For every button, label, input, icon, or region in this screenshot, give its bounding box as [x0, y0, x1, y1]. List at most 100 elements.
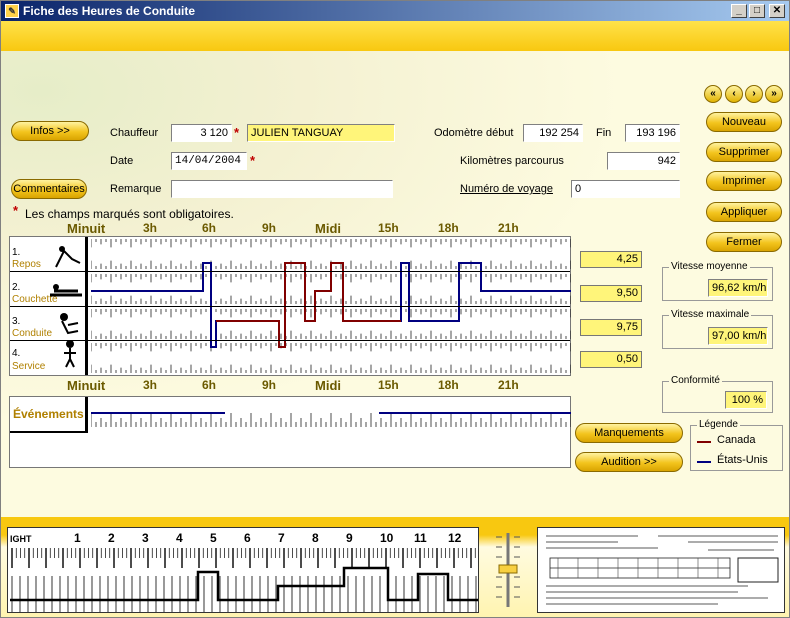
driver-name-field[interactable]: JULIEN TANGUAY	[247, 124, 395, 142]
tacho-hour-label: 4	[176, 531, 183, 545]
tacho-hour-label: 2	[108, 531, 115, 545]
hour-label: Minuit	[67, 221, 106, 236]
events-grid	[91, 412, 571, 427]
events-label: Événements	[10, 397, 88, 433]
next-record-button[interactable]: ›	[745, 85, 763, 103]
legend-swatch-canada	[697, 441, 711, 443]
tacho-hour-label: 8	[312, 531, 319, 545]
avg-speed-group: Vitesse moyenne 96,62 km/h	[662, 261, 773, 301]
date-field[interactable]: 14/04/2004	[171, 152, 247, 170]
hour-label: 18h	[438, 378, 459, 392]
last-record-button[interactable]: »	[765, 85, 783, 103]
apply-button[interactable]: Appliquer	[706, 202, 782, 222]
odometer-end-label: Fin	[596, 127, 612, 139]
row-number: 1.	[12, 247, 21, 258]
row-divider	[10, 271, 570, 272]
odometer-start-field[interactable]: 192 254	[523, 124, 583, 142]
driver-label: Chauffeur	[110, 127, 159, 139]
avg-speed-label: Vitesse moyenne	[669, 261, 750, 272]
conformity-group: Conformité 100 %	[662, 375, 773, 413]
scan-image	[546, 535, 779, 605]
hour-label: 3h	[143, 378, 158, 392]
tachograph-chart: IGHT12345678910111213	[10, 531, 478, 612]
required-marker: *	[250, 153, 256, 168]
hour-label: Minuit	[67, 378, 106, 393]
maximize-button[interactable]: □	[749, 4, 765, 18]
prev-record-button[interactable]: ‹	[725, 85, 743, 103]
row-number: 3.	[12, 316, 21, 327]
title-bar: ✎ Fiche des Heures de Conduite _ □ ✕	[1, 1, 789, 21]
app-icon[interactable]: ✎	[5, 4, 19, 18]
driver-id-field[interactable]: 3 120	[171, 124, 232, 142]
audit-button[interactable]: Audition >>	[575, 452, 683, 472]
tacho-hour-label: 3	[142, 531, 149, 545]
legend-canada: Canada	[717, 434, 756, 446]
tacho-hour-label: 12	[448, 531, 462, 545]
new-button[interactable]: Nouveau	[706, 112, 782, 132]
comments-button[interactable]: Commentaires	[11, 179, 87, 199]
required-marker: *	[234, 125, 240, 140]
trip-label: Numéro de voyage	[460, 183, 553, 195]
delete-button[interactable]: Supprimer	[706, 142, 782, 162]
row-divider	[10, 306, 570, 307]
legend-swatch-usa	[697, 461, 711, 463]
row-label-repos: Repos	[12, 259, 41, 270]
hour-label: Midi	[315, 221, 341, 236]
row-label-conduite: Conduite	[12, 328, 53, 339]
hour-label: Midi	[315, 378, 341, 393]
hour-label: 9h	[262, 221, 277, 235]
close-form-button[interactable]: Fermer	[706, 232, 782, 252]
hour-label: 21h	[498, 378, 519, 392]
tacho-hour-label: IGHT	[10, 534, 32, 544]
close-button[interactable]: ✕	[769, 4, 785, 18]
print-button[interactable]: Imprimer	[706, 171, 782, 191]
km-label: Kilomètres parcourus	[460, 155, 564, 167]
window-title: Fiche des Heures de Conduite	[23, 4, 196, 18]
worker-icon	[64, 340, 76, 368]
km-field[interactable]: 942	[607, 152, 680, 170]
row-divider	[10, 340, 570, 341]
avg-speed-field: 96,62 km/h	[708, 279, 768, 297]
slider-thumb	[498, 564, 518, 574]
tacho-hour-label: 6	[244, 531, 251, 545]
conformity-label: Conformité	[669, 375, 722, 386]
steering-wheel-icon	[60, 313, 79, 335]
row-label-service: Service	[12, 361, 46, 372]
conformity-field: 100 %	[725, 391, 767, 409]
sleeper-icon	[50, 284, 82, 297]
hour-label: 6h	[202, 221, 217, 235]
minimize-button[interactable]: _	[731, 4, 747, 18]
tachograph-scan[interactable]: IGHT12345678910111213	[7, 527, 479, 613]
required-note-marker: *	[13, 203, 19, 218]
total-repos: 4,25	[580, 251, 642, 268]
hour-label: 3h	[143, 221, 158, 235]
violations-button[interactable]: Manquements	[575, 423, 683, 443]
required-note: Les champs marqués sont obligatoires.	[25, 207, 234, 221]
first-record-button[interactable]: «	[704, 85, 722, 103]
hour-label: 15h	[378, 378, 399, 392]
hour-label: 18h	[438, 221, 459, 235]
document-scan-thumbnail[interactable]	[537, 527, 785, 613]
legend-group: Légende Canada États-Unis	[690, 419, 783, 471]
main-window: ✎ Fiche des Heures de Conduite _ □ ✕ « ‹…	[0, 0, 790, 618]
tacho-hour-label: 10	[380, 531, 394, 545]
date-label: Date	[110, 155, 134, 167]
total-service: 0,50	[580, 351, 642, 368]
tacho-hour-label: 7	[278, 531, 285, 545]
events-panel[interactable]: Événements	[9, 396, 571, 468]
hour-label: 6h	[202, 378, 217, 392]
odometer-start-label: Odomètre début	[434, 127, 514, 139]
slider-track	[496, 533, 520, 607]
bed-icon	[55, 246, 81, 268]
row-number: 4.	[12, 348, 21, 359]
trip-field[interactable]: 0	[571, 180, 680, 198]
zoom-slider[interactable]	[493, 531, 523, 609]
odometer-end-field[interactable]: 193 196	[625, 124, 680, 142]
duty-status-graph[interactable]: 1. Repos 2. Couchette 3. Conduite 4. Ser…	[9, 236, 571, 376]
info-button[interactable]: Infos >>	[11, 121, 89, 141]
tacho-hour-label: 5	[210, 531, 217, 545]
remark-field[interactable]	[171, 180, 393, 198]
max-speed-group: Vitesse maximale 97,00 km/h	[662, 309, 773, 349]
top-banner	[1, 21, 789, 51]
hour-label: 15h	[378, 221, 399, 235]
